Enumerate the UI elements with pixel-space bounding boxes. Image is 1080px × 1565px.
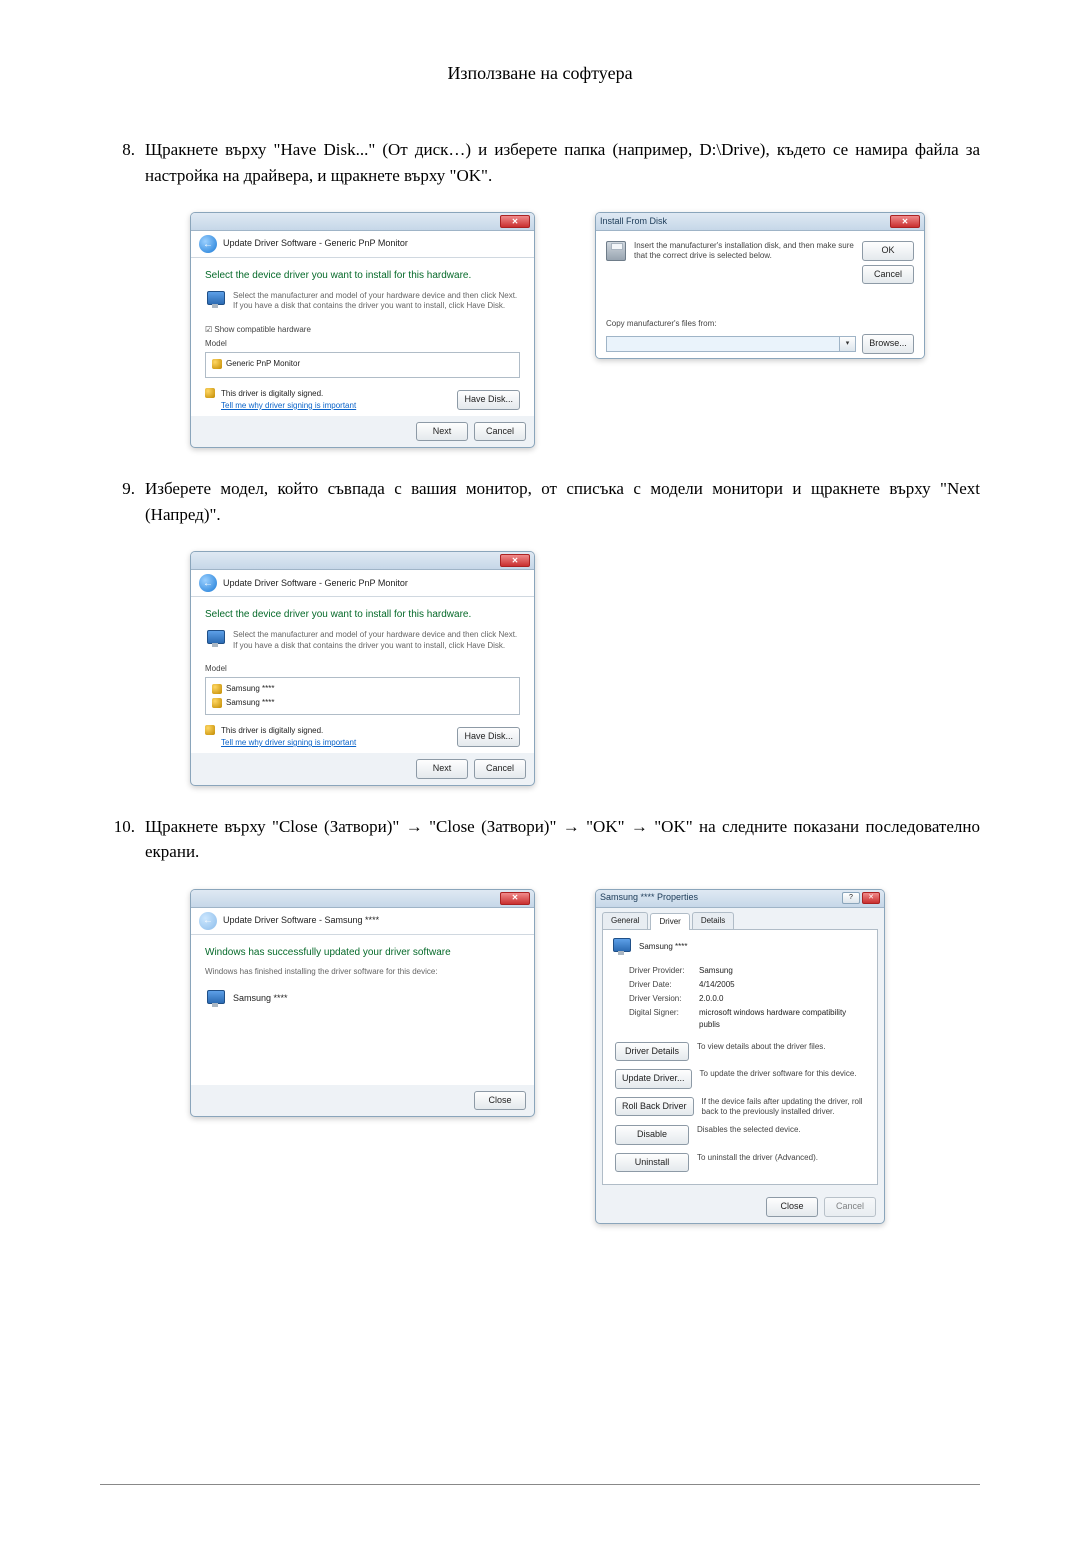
signing-link[interactable]: Tell me why driver signing is important	[221, 400, 356, 412]
dialog-title: Install From Disk	[600, 215, 667, 229]
path-combobox[interactable]: ▾	[606, 336, 856, 352]
monitor-icon	[205, 630, 225, 648]
model-listbox[interactable]: Samsung **** Samsung ****	[205, 677, 520, 715]
tab-details[interactable]: Details	[692, 912, 734, 929]
disk-message: Insert the manufacturer's installation d…	[634, 241, 854, 262]
step-text: Щракнете върху "Have Disk..." (От диск…)…	[145, 137, 980, 188]
have-disk-button[interactable]: Have Disk...	[457, 727, 520, 747]
shield-icon	[212, 359, 222, 369]
value: Samsung	[699, 965, 869, 977]
compat-checkbox[interactable]: ☑ Show compatible hardware	[205, 324, 520, 336]
wizard-heading: Select the device driver you want to ins…	[205, 268, 520, 283]
cancel-button: Cancel	[824, 1197, 876, 1217]
signed-text: This driver is digitally signed.	[221, 725, 356, 737]
label: Driver Provider:	[629, 965, 699, 977]
signed-text: This driver is digitally signed.	[221, 388, 356, 400]
label: Driver Version:	[629, 993, 699, 1005]
shield-icon	[212, 684, 222, 694]
step-number: 9.	[100, 476, 145, 502]
uninstall-button[interactable]: Uninstall	[615, 1153, 689, 1173]
step-number: 10.	[100, 814, 145, 840]
floppy-icon	[606, 241, 626, 261]
breadcrumb: Update Driver Software - Generic PnP Mon…	[223, 237, 408, 251]
back-icon[interactable]: ←	[199, 235, 217, 253]
desc: To update the driver software for this d…	[700, 1069, 869, 1079]
close-icon[interactable]: ✕	[862, 892, 880, 904]
tab-general[interactable]: General	[602, 912, 648, 929]
next-button[interactable]: Next	[416, 422, 468, 442]
model-listbox[interactable]: Generic PnP Monitor	[205, 352, 520, 378]
cancel-button[interactable]: Cancel	[474, 422, 526, 442]
page-title: Използване на софтуера	[100, 60, 980, 87]
rollback-driver-button[interactable]: Roll Back Driver	[615, 1097, 694, 1117]
dialog-update-driver-select: ← Update Driver Software - Generic PnP M…	[190, 212, 535, 448]
success-heading: Windows has successfully updated your dr…	[205, 945, 520, 960]
back-icon[interactable]: ←	[199, 574, 217, 592]
dialog-update-driver-model: ← Update Driver Software - Generic PnP M…	[190, 551, 535, 785]
close-icon[interactable]	[500, 215, 530, 228]
dialog-update-success: ← Update Driver Software - Samsung **** …	[190, 889, 535, 1118]
value: 2.0.0.0	[699, 993, 869, 1005]
next-button[interactable]: Next	[416, 759, 468, 779]
browse-button[interactable]: Browse...	[862, 334, 914, 354]
ok-button[interactable]: OK	[862, 241, 914, 261]
wizard-info: Select the manufacturer and model of you…	[233, 630, 520, 651]
dialog-properties: Samsung **** Properties ? ✕ General Driv…	[595, 889, 885, 1224]
close-icon[interactable]	[500, 554, 530, 567]
close-icon[interactable]	[500, 892, 530, 905]
back-icon: ←	[199, 912, 217, 930]
step-text: Щракнете върху "Close (Затвори)" → "Clos…	[145, 814, 980, 865]
value: microsoft windows hardware compatibility…	[699, 1007, 869, 1031]
update-driver-button[interactable]: Update Driver...	[615, 1069, 692, 1089]
monitor-icon	[611, 938, 631, 956]
signing-link[interactable]: Tell me why driver signing is important	[221, 737, 356, 749]
chevron-down-icon[interactable]: ▾	[839, 337, 855, 351]
cancel-button[interactable]: Cancel	[474, 759, 526, 779]
list-item[interactable]: Samsung ****	[212, 682, 513, 696]
breadcrumb: Update Driver Software - Generic PnP Mon…	[223, 577, 408, 591]
copy-from-label: Copy manufacturer's files from:	[606, 318, 914, 330]
label: Digital Signer:	[629, 1007, 699, 1031]
shield-icon	[205, 725, 215, 735]
cancel-button[interactable]: Cancel	[862, 265, 914, 285]
dialog-title: Samsung **** Properties	[600, 891, 698, 905]
dialog-install-from-disk: Install From Disk Insert the manufacture…	[595, 212, 925, 359]
wizard-info: Select the manufacturer and model of you…	[233, 291, 520, 312]
list-item[interactable]: Generic PnP Monitor	[212, 357, 513, 371]
footer-divider	[100, 1484, 980, 1485]
close-icon[interactable]	[890, 215, 920, 228]
value: 4/14/2005	[699, 979, 869, 991]
close-button[interactable]: Close	[766, 1197, 818, 1217]
desc: If the device fails after updating the d…	[702, 1097, 869, 1118]
tab-driver[interactable]: Driver	[650, 913, 689, 930]
help-icon[interactable]: ?	[842, 892, 860, 904]
shield-icon	[212, 698, 222, 708]
have-disk-button[interactable]: Have Disk...	[457, 390, 520, 410]
list-label: Model	[205, 338, 520, 350]
device-name: Samsung ****	[233, 992, 288, 1006]
list-item[interactable]: Samsung ****	[212, 696, 513, 710]
device-name: Samsung ****	[639, 941, 687, 953]
step-number: 8.	[100, 137, 145, 163]
desc: To uninstall the driver (Advanced).	[697, 1153, 869, 1163]
shield-icon	[205, 388, 215, 398]
driver-details-button[interactable]: Driver Details	[615, 1042, 689, 1062]
breadcrumb: Update Driver Software - Samsung ****	[223, 914, 379, 928]
close-button[interactable]: Close	[474, 1091, 526, 1111]
desc: Disables the selected device.	[697, 1125, 869, 1135]
success-subtext: Windows has finished installing the driv…	[205, 966, 520, 978]
label: Driver Date:	[629, 979, 699, 991]
desc: To view details about the driver files.	[697, 1042, 869, 1052]
monitor-icon	[205, 291, 225, 309]
monitor-icon	[205, 990, 225, 1008]
list-label: Model	[205, 663, 520, 675]
disable-button[interactable]: Disable	[615, 1125, 689, 1145]
step-text: Изберете модел, който съвпада с вашия мо…	[145, 476, 980, 527]
wizard-heading: Select the device driver you want to ins…	[205, 607, 520, 622]
